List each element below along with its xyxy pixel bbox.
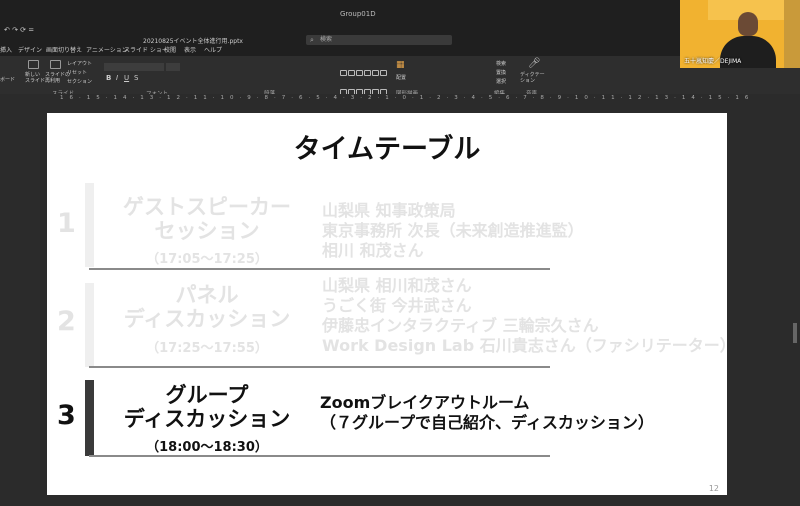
session-description: Zoomブレイクアウトルーム （７グループで自己紹介、ディスカッション） — [320, 393, 654, 433]
desc-line: 伊藤忠インタラクティブ 三輪宗久さん — [322, 316, 599, 335]
session-time: （17:05～17:25） — [146, 252, 268, 267]
underline-button[interactable]: U — [124, 74, 129, 82]
shape-icon[interactable] — [364, 70, 371, 76]
vertical-scrollbar[interactable] — [791, 103, 800, 506]
session-title-line2: ディスカッション — [123, 407, 291, 431]
session-description: 山梨県 相川和茂さん うごく街 今井武さん 伊藤忠インタラクティブ 三輪宗久さん… — [322, 276, 736, 356]
shape-icon[interactable] — [356, 70, 363, 76]
session-bar — [85, 283, 94, 367]
document-filename: 20210825イベント全体進行用.pptx — [143, 38, 243, 45]
desc-line: 東京事務所 次長（未来創造推進監） — [322, 221, 584, 240]
session-title: グループ ディスカッション — [99, 383, 315, 431]
slide-canvas[interactable]: タイムテーブル 1 ゲストスピーカー セッション （17:05～17:25） 山… — [47, 113, 736, 495]
font-name-select[interactable] — [104, 63, 164, 71]
slide-page-number: 12 — [708, 484, 719, 493]
tab-animations[interactable]: アニメーション — [86, 45, 128, 54]
scrollbar-thumb[interactable] — [793, 323, 797, 343]
bold-button[interactable]: B — [106, 74, 111, 82]
session-bar — [85, 380, 94, 456]
dictate-button[interactable]: ディクテー ション — [520, 72, 545, 84]
desc-line: Work Design Lab 石川貴志さん（ファシリテーター） — [322, 336, 736, 355]
desc-line: 山梨県 相川和茂さん — [322, 276, 472, 295]
ribbon-right-pane — [680, 68, 800, 94]
person-head — [738, 12, 758, 36]
arrange-button[interactable]: 配置 — [396, 74, 406, 81]
session-title-line2: ディスカッション — [123, 307, 291, 331]
tab-review[interactable]: 校閲 — [164, 45, 176, 54]
tab-insert[interactable]: 挿入 — [0, 45, 12, 54]
tab-view[interactable]: 表示 — [184, 45, 196, 54]
session-time: （18:00～18:30） — [146, 440, 268, 455]
italic-button[interactable]: I — [116, 74, 118, 82]
shape-icon[interactable] — [348, 70, 355, 76]
desc-line: 山梨県 知事政策局 — [322, 201, 456, 220]
tab-transitions[interactable]: 画面切り替え — [46, 45, 82, 54]
desc-line: Zoomブレイクアウトルーム — [320, 393, 530, 412]
session-divider — [89, 268, 550, 270]
desc-line: （７グループで自己紹介、ディスカッション） — [320, 413, 654, 432]
title-bar: ↶ ↷ ⟳ = Group01D — [0, 0, 680, 36]
reuse-slide-icon — [50, 60, 61, 69]
microphone-icon: 🎤︎ — [528, 58, 541, 69]
tab-design[interactable]: デザイン — [18, 45, 42, 54]
search-placeholder: 検索 — [320, 36, 333, 43]
desc-line: 相川 和茂さん — [322, 241, 424, 260]
board-label: ボード — [0, 77, 16, 83]
session-title-line1: ゲストスピーカー — [123, 195, 291, 219]
shape-icon[interactable] — [372, 70, 379, 76]
search-input[interactable]: ⌕ 検索 — [306, 35, 452, 45]
horizontal-ruler: 16·15·14·13·12·11·10·9·8·7·6·5·4·3·2·1·0… — [0, 94, 800, 103]
strike-button[interactable]: S — [134, 74, 138, 82]
slide-title: タイムテーブル — [293, 134, 481, 165]
replace-button[interactable]: 置換 — [496, 69, 506, 76]
shapes-gallery[interactable] — [340, 62, 392, 95]
new-slide-button[interactable]: 新しい スライド — [25, 72, 45, 84]
session-divider — [89, 455, 550, 457]
select-button[interactable]: 選択 — [496, 78, 506, 85]
layout-button[interactable]: レイアウト — [67, 60, 92, 67]
tab-slideshow[interactable]: スライド ショー — [124, 45, 168, 54]
session-title-line2: セッション — [154, 219, 260, 243]
session-title-line1: グループ — [165, 383, 249, 407]
session-title: ゲストスピーカー セッション — [99, 195, 315, 243]
session-title: パネル ディスカッション — [99, 283, 315, 331]
session-description: 山梨県 知事政策局 東京事務所 次長（未来創造推進監） 相川 和茂さん — [322, 201, 584, 261]
session-time: （17:25～17:55） — [146, 341, 268, 356]
find-button[interactable]: 検索 — [496, 60, 506, 67]
participant-name: 五十嵐知慶／DEJIMA — [684, 58, 742, 65]
background-wall — [784, 0, 800, 68]
shape-icon[interactable] — [340, 70, 347, 76]
desc-line: うごく街 今井武さん — [322, 296, 472, 315]
session-number: 1 — [57, 208, 76, 239]
new-slide-icon — [28, 60, 39, 69]
quick-access-toolbar[interactable]: ↶ ↷ ⟳ = — [4, 26, 34, 34]
session-number: 3 — [57, 400, 76, 431]
ruler-numbers: 16·15·14·13·12·11·10·9·8·7·6·5·4·3·2·1·0… — [60, 95, 755, 101]
tab-help[interactable]: ヘルプ — [204, 45, 222, 54]
window-title: Group01D — [340, 10, 376, 18]
session-number: 2 — [57, 306, 76, 337]
arrange-icon: ▦ — [396, 60, 405, 70]
session-bar — [85, 183, 94, 267]
search-icon: ⌕ — [310, 36, 314, 44]
reset-button[interactable]: リセット — [67, 69, 87, 76]
section-button[interactable]: セクション — [67, 78, 92, 85]
font-size-select[interactable] — [166, 63, 180, 71]
session-title-line1: パネル — [175, 283, 239, 307]
session-divider — [89, 366, 550, 368]
shape-icon[interactable] — [380, 70, 387, 76]
webcam-video: 五十嵐知慶／DEJIMA — [680, 0, 800, 68]
